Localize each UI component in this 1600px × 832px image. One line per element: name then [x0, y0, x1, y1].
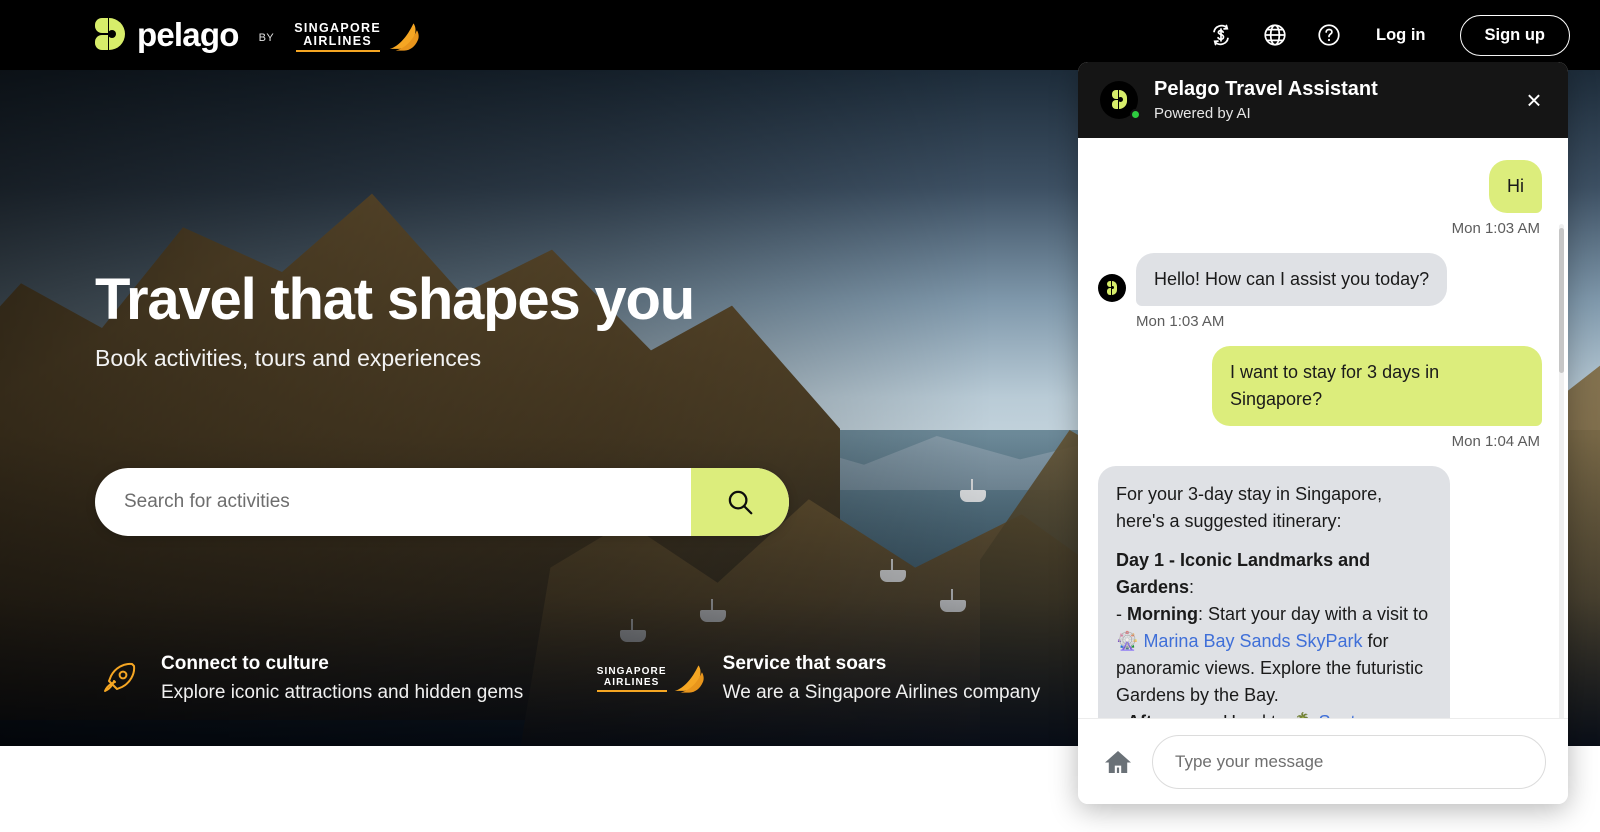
feature-airline-line1: SINGAPORE [596, 665, 667, 677]
chat-message-user: Hi Mon 1:03 AM [1098, 160, 1542, 237]
feature-title: Connect to culture [161, 653, 329, 674]
feature-airline-line2: AIRLINES [603, 676, 660, 688]
feature-description: Explore iconic attractions and hidden ge… [161, 682, 524, 703]
login-link[interactable]: Log in [1370, 22, 1431, 49]
search-icon [728, 490, 753, 515]
chat-message-bot-itinerary: For your 3-day stay in Singapore, here's… [1098, 466, 1542, 718]
message-timestamp: Mon 1:03 AM [1451, 220, 1540, 237]
page-title: Travel that shapes you [95, 267, 695, 332]
marina-bay-sands-skypark-link[interactable]: Marina Bay Sands SkyPark [1143, 631, 1362, 651]
home-icon[interactable] [1098, 742, 1138, 782]
site-header: pelago BY SINGAPORE AIRLINES Log in Sign… [0, 0, 1600, 70]
assistant-avatar [1100, 81, 1141, 120]
message-bubble: I want to stay for 3 days in Singapore? [1212, 346, 1542, 426]
afternoon-label: Afternoon [1127, 712, 1213, 718]
signup-button[interactable]: Sign up [1459, 14, 1570, 56]
afternoon-text-before-link: : Head to [1213, 712, 1291, 718]
chat-message-input[interactable] [1152, 734, 1546, 789]
activity-search-bar [95, 468, 789, 536]
brand-by-label: BY [258, 32, 275, 44]
chat-title: Pelago Travel Assistant [1154, 78, 1378, 100]
chat-subtitle: Powered by AI [1154, 105, 1251, 122]
message-bubble: Hello! How can I assist you today? [1136, 253, 1448, 306]
travel-assistant-chat-panel: Pelago Travel Assistant Powered by AI × … [1078, 62, 1568, 804]
search-button[interactable] [691, 468, 789, 536]
singapore-airlines-bird-icon-small [674, 664, 704, 693]
pelago-brand-logo[interactable]: pelago BY SINGAPORE AIRLINES [95, 16, 422, 54]
paragraph-break [1116, 535, 1432, 547]
afternoon-dash: - [1116, 712, 1127, 718]
chat-header: Pelago Travel Assistant Powered by AI × [1078, 62, 1568, 138]
online-status-dot [1130, 109, 1141, 120]
message-bubble: Hi [1489, 160, 1542, 213]
chat-message-list[interactable]: Hi Mon 1:03 AM Hello! How can I assist y… [1078, 138, 1568, 718]
page-root: pelago BY SINGAPORE AIRLINES Log in Sign… [0, 0, 1600, 832]
globe-icon[interactable] [1262, 22, 1288, 48]
rocket-icon [95, 657, 141, 701]
airline-name-line2: AIRLINES [303, 34, 372, 48]
island-icon: 🏝️ [1291, 712, 1313, 718]
header-actions: Log in Sign up [1208, 14, 1570, 56]
itinerary-day-heading: Day 1 - Iconic Landmarks and Gardens [1116, 550, 1371, 597]
morning-dash: - [1116, 604, 1127, 624]
itinerary-intro: For your 3-day stay in Singapore, here's… [1116, 484, 1383, 531]
message-timestamp: Mon 1:04 AM [1451, 433, 1540, 450]
home-glyph [1105, 750, 1131, 773]
chat-message-bot: Hello! How can I assist you today? Mon 1… [1098, 253, 1542, 330]
hero-text-block: Travel that shapes you Book activities, … [95, 267, 815, 372]
singapore-airlines-bird-icon [389, 23, 419, 51]
close-icon[interactable]: × [1518, 84, 1550, 116]
morning-label: Morning [1127, 604, 1198, 624]
day-heading-colon: : [1189, 577, 1195, 597]
airline-underline [295, 50, 380, 52]
currency-icon[interactable] [1208, 22, 1234, 48]
chat-scrollbar-thumb[interactable] [1559, 228, 1564, 373]
singapore-airlines-logo-small: SINGAPORE AIRLINES [596, 663, 707, 695]
message-timestamp: Mon 1:03 AM [1136, 313, 1225, 330]
search-input[interactable] [95, 491, 691, 513]
feature-description: We are a Singapore Airlines company [722, 682, 1041, 703]
chat-input-bar [1078, 718, 1568, 804]
feature-service-that-soars: SINGAPORE AIRLINES Service that soars We… [596, 653, 1099, 704]
morning-text-before-link: : Start your day with a visit to [1197, 604, 1429, 624]
singapore-airlines-logo: SINGAPORE AIRLINES [294, 22, 422, 52]
brand-name: pelago [137, 16, 239, 53]
pelago-logo-icon [95, 18, 125, 52]
feature-connect-to-culture: Connect to culture Explore iconic attrac… [95, 653, 597, 704]
feature-title: Service that soars [722, 653, 887, 674]
ferris-wheel-icon: 🎡 [1116, 631, 1139, 651]
chat-message-user: I want to stay for 3 days in Singapore? … [1098, 346, 1542, 450]
help-icon[interactable] [1316, 22, 1342, 48]
itinerary-message-bubble: For your 3-day stay in Singapore, here's… [1098, 466, 1450, 718]
bot-avatar [1098, 274, 1126, 302]
page-subtitle: Book activities, tours and experiences [95, 344, 482, 371]
